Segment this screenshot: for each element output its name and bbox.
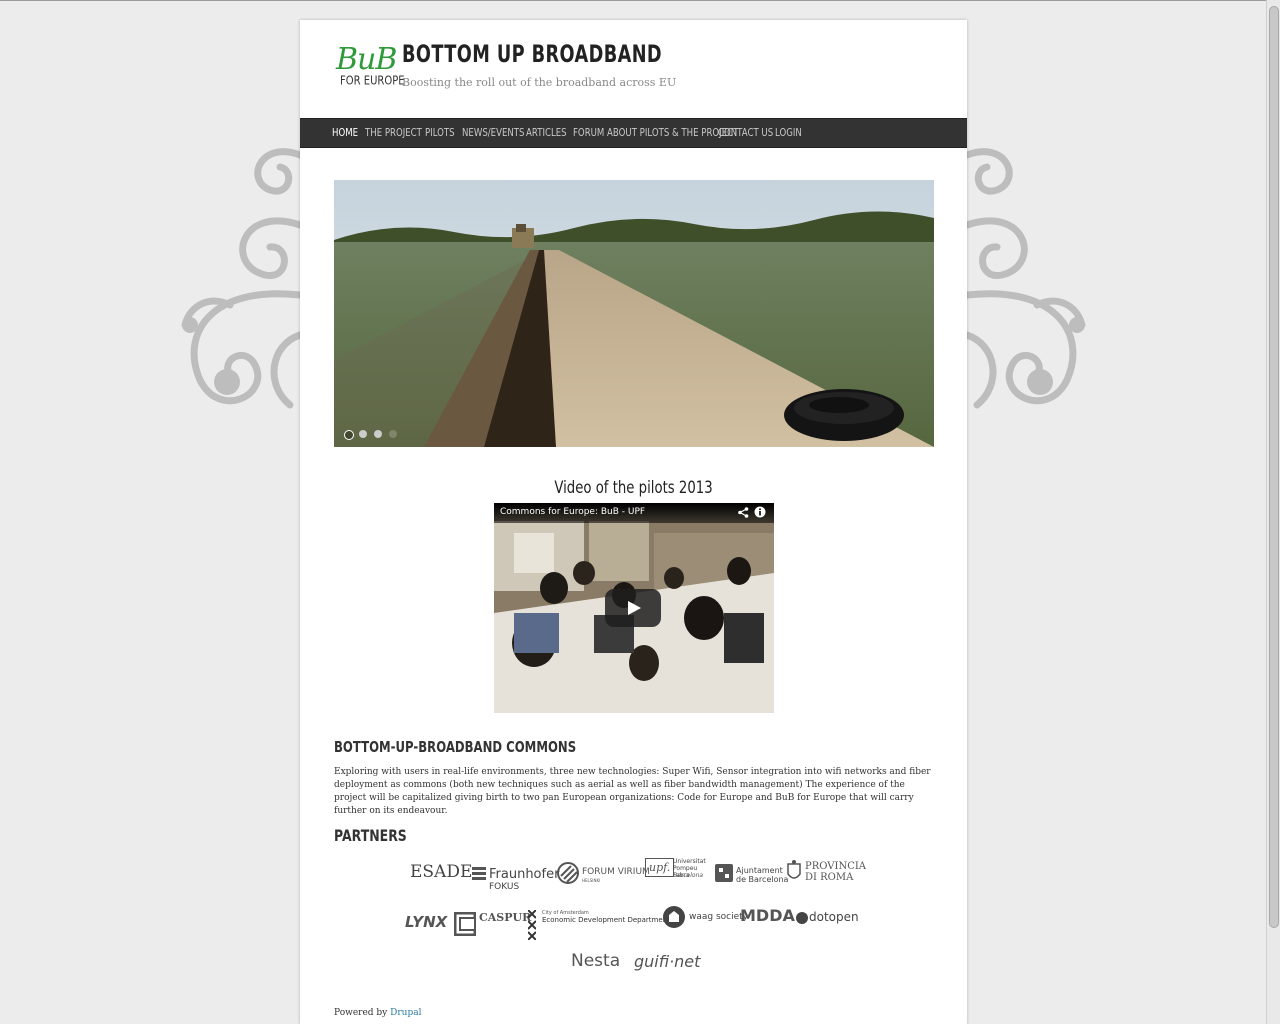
share-icon[interactable] [738,507,749,518]
site-slogan: Boosting the roll out of the broadband a… [402,76,677,89]
partner-logo-ajuntament-sub: de Barcelona [736,875,789,884]
slider-dot-1[interactable] [344,430,354,440]
partner-logo-upf-mark[interactable]: upf. [645,858,675,877]
image-slider[interactable] [334,180,934,447]
commons-description: Exploring with users in real-life enviro… [334,767,931,816]
forum-virium-icon [557,862,579,884]
video-heading: Video of the pilots 2013 [554,478,713,498]
window-top-border [0,0,1280,1]
partner-logo-provincia[interactable]: PROVINCIA [805,861,866,872]
page-container: BuB FOR EUROPE BOTTOM UP BROADBAND Boost… [300,20,967,1024]
nav-item-login[interactable]: LOGIN [775,126,802,139]
nav-item-pilots[interactable]: PILOTS [425,126,455,139]
nav-item-news-events[interactable]: NEWS/EVENTS [462,126,524,139]
partner-logo-upf-city: Barcelona [673,872,704,879]
video-title-bar: Commons for Europe: BuB - UPF [494,503,774,523]
info-icon[interactable] [754,506,766,518]
footer-powered-by: Powered by [334,1008,388,1018]
embedded-video-player[interactable]: Commons for Europe: BuB - UPF [494,503,774,713]
site-logo[interactable]: BuB FOR EUROPE [336,42,405,92]
nav-item-the-project[interactable]: THE PROJECT [365,126,422,139]
nav-item-contact-us[interactable]: CONTACT US [718,126,773,139]
footer-drupal-link[interactable]: Drupal [390,1008,421,1018]
partner-logo-forum-virium-sub: HELSINKI [582,878,601,883]
scrollbar-thumb[interactable] [1269,6,1279,928]
commons-heading: BOTTOM-UP-BROADBAND COMMONS [334,738,577,756]
partner-logo-lynx[interactable]: LYNX [405,913,447,931]
partner-logo-ajuntament[interactable]: Ajuntament [736,866,783,875]
site-title[interactable]: BOTTOM UP BROADBAND [402,40,662,68]
video-title[interactable]: Commons for Europe: BuB - UPF [500,507,645,517]
partners-heading: PARTNERS [334,826,407,845]
vertical-scrollbar[interactable] [1266,0,1280,1024]
waag-icon [663,906,685,928]
slider-dot-3[interactable] [374,430,382,438]
partner-logo-caspur[interactable]: CASPUR [479,911,531,924]
dotopen-dot-icon [796,912,808,924]
decorative-swirl-left [181,148,304,409]
nav-item-articles[interactable]: ARTICLES [526,126,567,139]
play-icon[interactable] [605,589,661,627]
partner-logo-mdda[interactable]: MDDA [740,906,795,925]
amsterdam-xxx-icon [528,910,536,940]
partner-logo-dotopen[interactable]: dotopen [809,910,859,924]
ajuntament-shield-icon [715,864,733,882]
fraunhofer-icon [472,867,486,880]
nav-item-forum[interactable]: FORUM ABOUT PILOTS & THE PROJECT [573,126,738,139]
slider-dot-2[interactable] [359,430,367,438]
caspur-icon [454,912,476,936]
slider-dot-4[interactable] [389,430,397,438]
nav-item-home[interactable]: HOME [332,126,358,139]
logo-mark: BuB [336,42,397,77]
footer: Powered by Drupal [334,1008,421,1018]
partner-logo-esade[interactable]: ESADE [410,862,472,882]
partner-logo-provincia-sub: DI ROMA [805,872,854,883]
logo-subtext: FOR EUROPE [340,74,405,89]
partner-logo-amsterdam[interactable]: Economic Development Department [542,916,670,924]
roma-crest-icon [787,860,801,879]
partner-logo-fraunhofer-sub: FOKUS [489,882,520,892]
partner-logo-guifi[interactable]: guifi·net [634,952,700,971]
partner-logo-forum-virium[interactable]: FORUM VIRIUM [582,867,650,877]
main-navigation: HOME THE PROJECT PILOTS NEWS/EVENTS ARTI… [300,118,967,148]
decorative-swirl-right [963,148,1086,409]
partner-logo-fraunhofer[interactable]: Fraunhofer [489,867,559,882]
slide-image-trench-field [334,180,934,447]
partner-logo-nesta[interactable]: Nesta [571,951,620,971]
